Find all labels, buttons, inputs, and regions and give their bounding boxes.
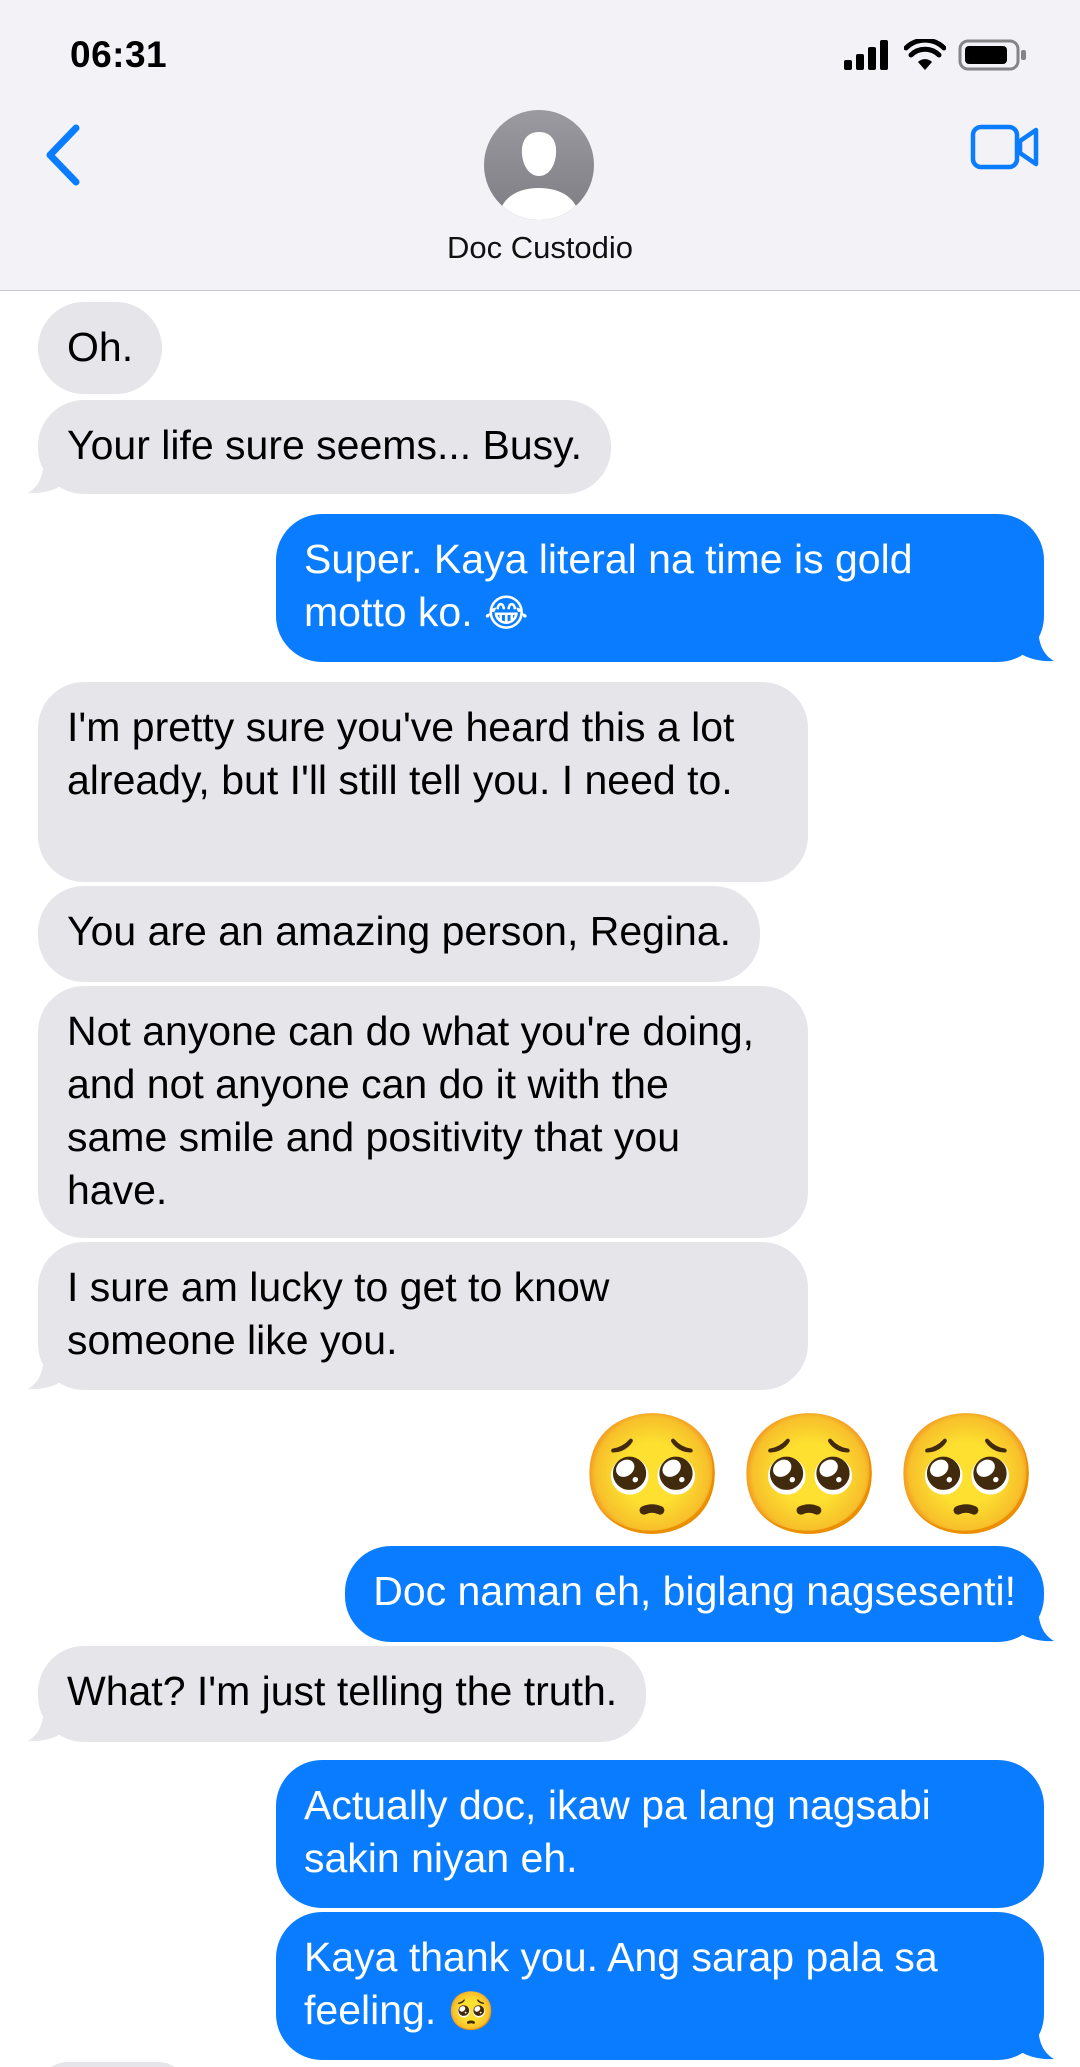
cellular-signal-icon <box>844 40 888 70</box>
outgoing-message-bubble[interactable]: Super. Kaya literal na time is gold mott… <box>276 514 1044 662</box>
bubble-tail <box>1016 624 1054 662</box>
incoming-message-bubble[interactable]: I'm pretty sure you've heard this a lot … <box>38 682 808 882</box>
message-text: You are an amazing person, Regina. <box>67 908 732 954</box>
contact-name[interactable]: Doc Custodio <box>0 230 1080 266</box>
message-text: I'm pretty sure you've heard this a lot … <box>67 704 735 803</box>
bubble-tail <box>1016 1604 1054 1642</box>
pleading-face-emoji: 🥺 <box>893 1409 1040 1541</box>
incoming-message-bubble-partial[interactable] <box>38 2062 188 2067</box>
incoming-message-bubble[interactable]: I sure am lucky to get to know someone l… <box>38 1242 808 1390</box>
outgoing-message-bubble[interactable]: Kaya thank you. Ang sarap pala sa feelin… <box>276 1912 1044 2060</box>
incoming-message-bubble[interactable]: Your life sure seems... Busy. <box>38 400 612 494</box>
message-thread[interactable]: Oh. Your life sure seems... Busy. Super.… <box>0 290 1080 2067</box>
outgoing-message-bubble[interactable]: Doc naman eh, biglang nagsesenti! <box>345 1546 1044 1642</box>
video-camera-icon[interactable] <box>970 122 1040 172</box>
person-silhouette-icon <box>498 132 580 220</box>
pleading-face-emoji: 🥺 <box>736 1409 884 1541</box>
message-text: Oh. <box>67 324 134 370</box>
contact-avatar[interactable] <box>484 110 594 220</box>
battery-icon <box>958 39 1026 71</box>
status-time: 06:31 <box>70 34 168 75</box>
message-text: Doc naman eh, biglang nagsesenti! <box>373 1568 1016 1614</box>
message-text: Your life sure seems... Busy. <box>67 422 583 468</box>
tears-of-joy-emoji: 😂 <box>484 593 529 635</box>
message-text: Not anyone can do what you're doing, and… <box>67 1008 755 1213</box>
back-chevron-icon[interactable] <box>40 122 86 188</box>
bubble-tail <box>28 1704 66 1742</box>
outgoing-message-bubble[interactable]: Actually doc, ikaw pa lang nagsabi sakin… <box>276 1760 1044 1908</box>
pleading-face-emoji: 🥺 <box>447 1991 495 2033</box>
incoming-message-bubble[interactable]: What? I'm just telling the truth. <box>38 1646 647 1742</box>
message-text: What? I'm just telling the truth. <box>67 1668 618 1714</box>
bubble-tail <box>28 1352 66 1390</box>
status-icons <box>844 38 1028 72</box>
incoming-message-bubble[interactable]: Oh. <box>38 302 163 394</box>
pleading-face-emoji: 🥺 <box>579 1409 727 1541</box>
message-text: Actually doc, ikaw pa lang nagsabi sakin… <box>304 1782 931 1881</box>
incoming-message-bubble[interactable]: You are an amazing person, Regina. <box>38 886 761 982</box>
incoming-message-bubble[interactable]: Not anyone can do what you're doing, and… <box>38 986 808 1238</box>
message-text: Kaya thank you. Ang sarap pala sa feelin… <box>304 1934 938 2033</box>
conversation-header: 06:31 Doc Custodio <box>0 0 1080 291</box>
bubble-tail <box>28 456 66 494</box>
wifi-icon <box>904 39 946 70</box>
bubble-tail <box>1016 2022 1054 2060</box>
message-text: I sure am lucky to get to know someone l… <box>67 1264 610 1363</box>
emoji-only-message[interactable]: 🥺 🥺 🥺 <box>579 1410 1040 1540</box>
message-text: Super. Kaya literal na time is gold mott… <box>304 536 913 635</box>
